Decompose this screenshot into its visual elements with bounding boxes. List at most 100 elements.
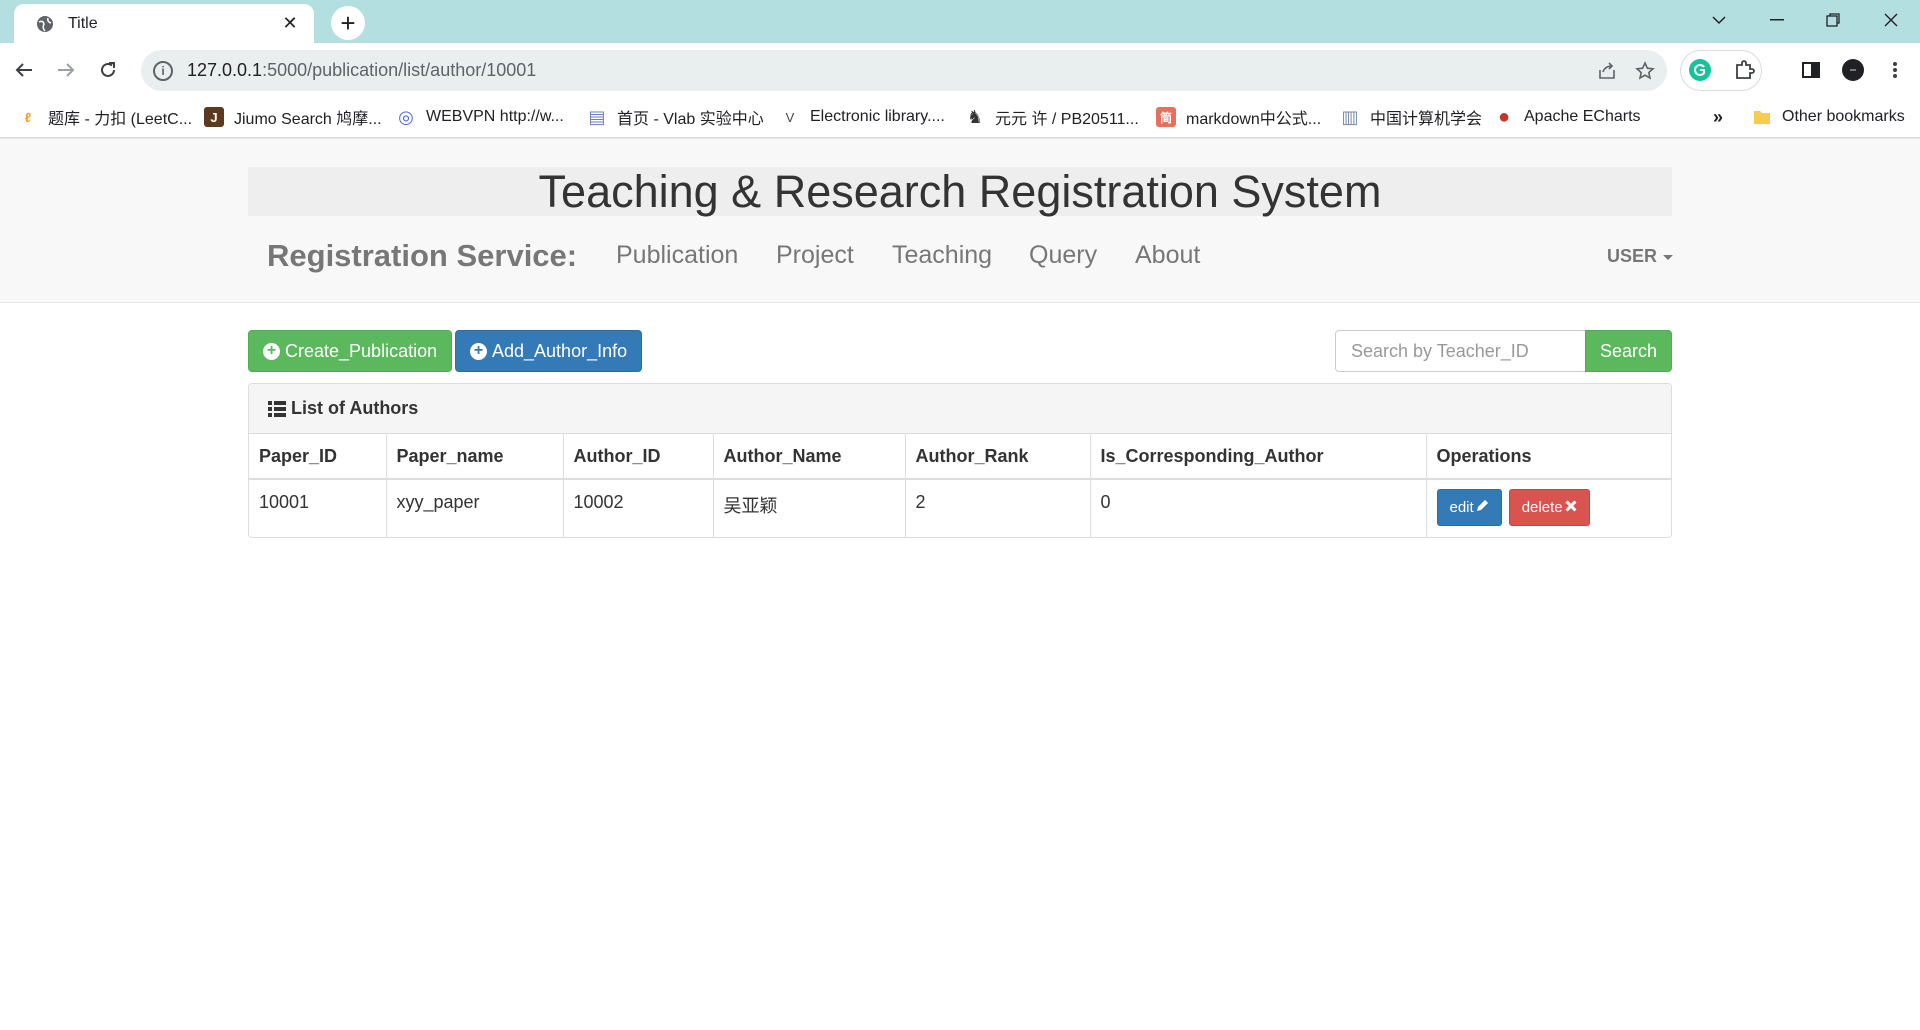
nav-project[interactable]: Project [776, 241, 854, 270]
side-panel-icon[interactable] [1797, 56, 1825, 84]
ccf-icon: ▥ [1341, 106, 1359, 127]
extensions-puzzle-icon[interactable] [1731, 56, 1759, 84]
user-label: USER [1607, 246, 1658, 266]
tab-title: Title [68, 14, 98, 32]
delete-label: delete [1521, 499, 1563, 516]
column-header: Paper_ID [249, 434, 387, 480]
close-tab-icon[interactable]: ✕ [280, 13, 300, 34]
bookmark-item[interactable]: ♞ 元元 许 / PB20511... [965, 105, 1139, 129]
vlab-icon: ▤ [588, 106, 606, 127]
column-header: Author_Name [713, 434, 906, 480]
bookmark-label: markdown中公式... [1186, 111, 1322, 128]
browser-tab-strip: Title ✕ + [0, 0, 1920, 43]
list-icon [268, 400, 286, 417]
jianshu-icon: 简 [1156, 107, 1176, 127]
delete-button[interactable]: delete [1508, 489, 1590, 526]
tab-search-icon[interactable] [1691, 0, 1747, 40]
add-author-info-button[interactable]: + Add_Author_Info [455, 330, 643, 372]
cell-paper-id: 10001 [249, 479, 387, 537]
edit-button[interactable]: edit [1436, 489, 1502, 526]
authors-table: Paper_ID Paper_name Author_ID Author_Nam… [249, 434, 1671, 537]
share-icon[interactable] [1595, 59, 1619, 83]
bookmark-item[interactable]: ◎ WEBVPN http://w... [396, 105, 564, 129]
nav-query[interactable]: Query [1029, 241, 1097, 270]
panel-heading: List of Authors [249, 384, 1671, 434]
remove-icon [1565, 499, 1577, 516]
create-publication-label: Create_Publication [285, 340, 438, 361]
globe-icon [36, 15, 54, 33]
cell-author-id: 10002 [563, 479, 714, 537]
bookmark-item[interactable]: J Jiumo Search 鸠摩... [204, 105, 382, 129]
bookmark-item[interactable]: ℓ 题库 - 力扣 (LeetC... [18, 105, 192, 129]
address-bar[interactable]: i 127.0.0.1:5000/publication/list/author… [141, 50, 1667, 91]
plus-circle-icon: + [263, 342, 280, 360]
table-header-row: Paper_ID Paper_name Author_ID Author_Nam… [249, 434, 1671, 480]
bookmark-label: WEBVPN http://w... [426, 108, 564, 125]
elibrary-icon: V [785, 109, 795, 125]
bookmark-label: 首页 - Vlab 实验中心 [617, 111, 764, 128]
new-tab-button[interactable]: + [331, 6, 365, 40]
plus-circle-icon: + [470, 342, 487, 360]
bookmark-label: 元元 许 / PB20511... [995, 111, 1139, 128]
webvpn-icon: ◎ [398, 106, 414, 127]
panel-title: List of Authors [291, 398, 419, 418]
site-info-icon[interactable]: i [153, 60, 173, 81]
other-bookmarks-folder[interactable]: Other bookmarks [1752, 105, 1905, 129]
create-publication-button[interactable]: + Create_Publication [248, 330, 453, 372]
search-button[interactable]: Search [1585, 330, 1672, 372]
more-bookmarks-button[interactable]: » [1713, 105, 1723, 129]
edit-label: edit [1449, 499, 1474, 516]
browser-tab[interactable]: Title ✕ [14, 4, 314, 43]
jiumo-icon: J [204, 107, 224, 127]
cell-is-corresponding: 0 [1090, 479, 1427, 537]
bookmark-item[interactable]: 简 markdown中公式... [1156, 105, 1321, 129]
close-window-icon[interactable] [1863, 0, 1919, 40]
navbar-brand[interactable]: Registration Service: [267, 238, 577, 274]
leetcode-icon: ℓ [24, 109, 32, 125]
bookmark-item[interactable]: ▤ 首页 - Vlab 实验中心 [587, 105, 764, 129]
folder-icon [1752, 107, 1772, 127]
url-text: 127.0.0.1:5000/publication/list/author/1… [187, 60, 537, 80]
menu-kebab-icon[interactable] [1881, 56, 1909, 84]
bookmark-label: 中国计算机学会 [1370, 111, 1483, 128]
minimize-icon[interactable] [1749, 0, 1805, 40]
bookmark-label: Jiumo Search 鸠摩... [234, 111, 382, 128]
echarts-icon: ● [1497, 105, 1511, 128]
column-header: Operations [1426, 434, 1671, 480]
authors-panel: List of Authors Paper_ID Paper_name Auth… [248, 383, 1672, 538]
page-title: Teaching & Research Registration System [538, 166, 1382, 217]
nav-publication[interactable]: Publication [616, 241, 738, 270]
back-icon[interactable] [6, 53, 42, 87]
teacher-id-search-input[interactable] [1335, 330, 1586, 372]
reload-icon[interactable] [90, 53, 126, 87]
bookmark-item[interactable]: V Electronic library.... [780, 105, 945, 129]
caret-down-icon [1663, 254, 1674, 260]
bookmark-label: Apache ECharts [1524, 108, 1641, 125]
nav-teaching[interactable]: Teaching [892, 241, 992, 270]
forward-icon[interactable] [48, 53, 84, 87]
cell-author-name: 吴亚颖 [713, 479, 906, 537]
pencil-icon [1476, 499, 1489, 516]
bookmark-label: 题库 - 力扣 (LeetC... [48, 111, 193, 128]
bookmark-item[interactable]: ▥ 中国计算机学会 [1340, 105, 1482, 129]
profile-avatar-icon[interactable] [1839, 56, 1867, 84]
bookmark-item[interactable]: ● Apache ECharts [1494, 105, 1641, 129]
column-header: Paper_name [386, 434, 564, 480]
cell-author-rank: 2 [905, 479, 1091, 537]
nav-about[interactable]: About [1135, 241, 1200, 270]
bookmark-label: Other bookmarks [1782, 108, 1905, 125]
table-row: 10001 xyy_paper 10002 吴亚颖 2 0 edit delet… [249, 479, 1671, 537]
cell-paper-name: xyy_paper [386, 479, 564, 537]
site-navbar: Teaching & Research Registration System … [0, 138, 1920, 303]
bookmark-star-icon[interactable] [1633, 59, 1657, 83]
bookmark-label: Electronic library.... [810, 108, 945, 125]
gitlab-icon: ♞ [966, 106, 984, 127]
user-dropdown[interactable]: USER [1607, 246, 1674, 267]
title-banner: Teaching & Research Registration System [248, 167, 1672, 216]
bookmarks-bar: ℓ 题库 - 力扣 (LeetC... J Jiumo Search 鸠摩...… [0, 96, 1920, 138]
page-content: Teaching & Research Registration System … [0, 138, 1920, 1030]
grammarly-icon[interactable] [1686, 56, 1714, 84]
browser-toolbar: i 127.0.0.1:5000/publication/list/author… [0, 43, 1920, 96]
add-author-info-label: Add_Author_Info [492, 340, 628, 361]
restore-icon[interactable] [1805, 0, 1861, 40]
